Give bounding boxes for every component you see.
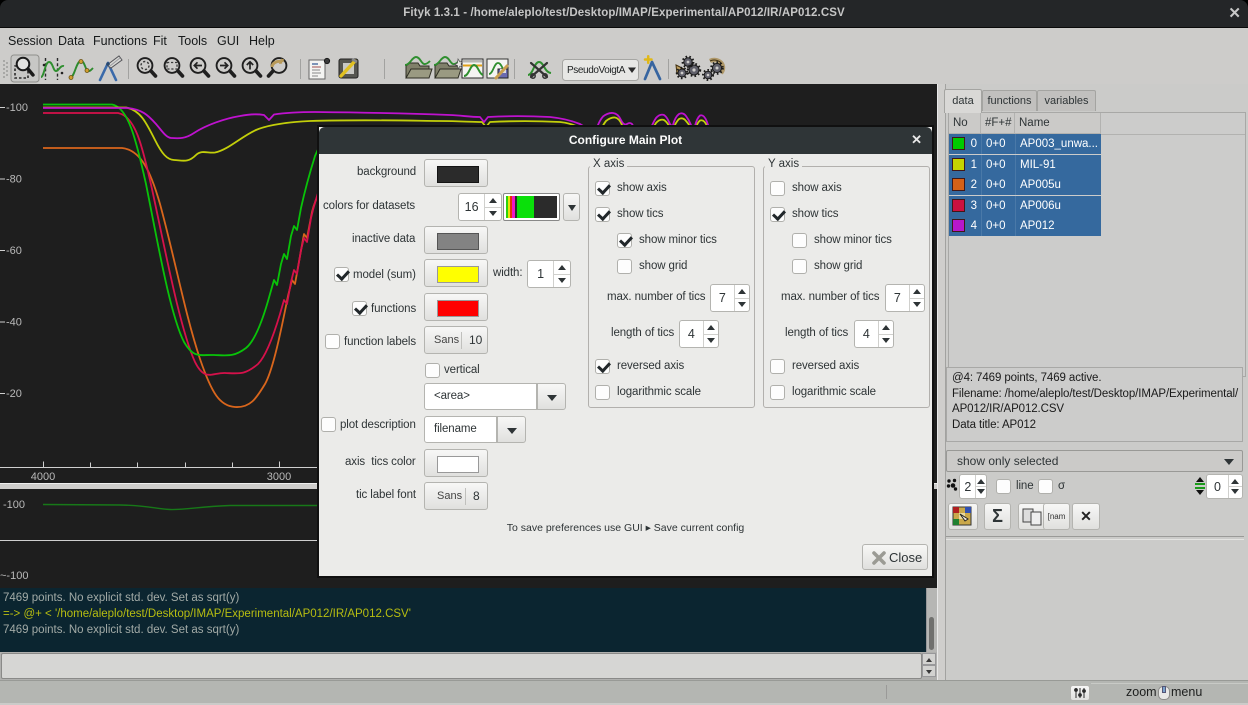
svg-text:-100: -100 [6, 102, 28, 114]
svg-text:-40: -40 [6, 317, 22, 329]
svg-text:-20: -20 [6, 388, 22, 400]
svg-text:-80: -80 [6, 174, 22, 186]
svg-text:PseudoVoigtA: PseudoVoigtA [567, 65, 626, 76]
svg-text:4000: 4000 [31, 471, 55, 483]
svg-text:-100: -100 [3, 499, 25, 511]
svg-text:-60: -60 [6, 245, 22, 257]
svg-text:~-100: ~-100 [0, 570, 28, 582]
svg-text:3000: 3000 [267, 471, 291, 483]
